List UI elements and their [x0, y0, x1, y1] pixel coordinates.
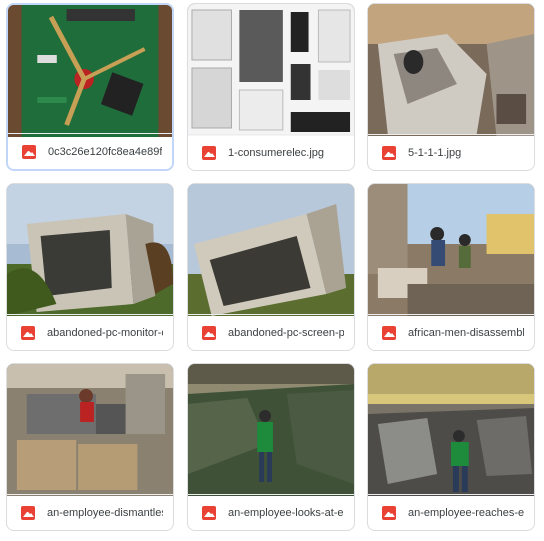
file-name: 0c3c26e120fc8ea4e89f7... [48, 145, 162, 158]
image-file-icon [202, 145, 216, 160]
file-caption: an-employee-reaches-ex... [368, 494, 534, 530]
image-file-icon [202, 325, 216, 340]
file-card[interactable]: an-employee-looks-at-el... [187, 363, 355, 531]
file-caption: african-men-disassembl... [368, 314, 534, 350]
file-thumbnail [188, 4, 354, 136]
file-thumbnail [368, 4, 534, 136]
file-caption: an-employee-looks-at-el... [188, 494, 354, 530]
file-thumbnail [188, 184, 354, 316]
file-name: an-employee-looks-at-el... [228, 506, 344, 519]
file-name: abandoned-pc-monitor-c... [47, 326, 163, 339]
file-thumbnail [368, 184, 534, 316]
file-name: 5-1-1-1.jpg [408, 146, 462, 159]
file-card[interactable]: 5-1-1-1.jpg [367, 3, 535, 171]
file-name: african-men-disassembl... [408, 326, 524, 339]
image-file-icon [382, 325, 396, 340]
file-name: an-employee-dismantles... [47, 506, 163, 519]
file-grid: 0c3c26e120fc8ea4e89f7... 1-consumerelec.… [0, 0, 544, 541]
file-name: 1-consumerelec.jpg [228, 146, 324, 159]
file-card[interactable]: african-men-disassembl... [367, 183, 535, 351]
file-name: abandoned-pc-screen-pi... [228, 326, 344, 339]
image-file-icon [21, 325, 35, 340]
file-card[interactable]: 0c3c26e120fc8ea4e89f7... [6, 3, 174, 171]
image-file-icon [382, 505, 396, 520]
file-card[interactable]: abandoned-pc-screen-pi... [187, 183, 355, 351]
file-thumbnail [7, 184, 173, 316]
file-caption: 0c3c26e120fc8ea4e89f7... [8, 133, 172, 169]
file-card[interactable]: abandoned-pc-monitor-c... [6, 183, 174, 351]
file-name: an-employee-reaches-ex... [408, 506, 524, 519]
file-caption: 5-1-1-1.jpg [368, 134, 534, 170]
file-card[interactable]: an-employee-reaches-ex... [367, 363, 535, 531]
image-file-icon [21, 505, 35, 520]
file-thumbnail [188, 364, 354, 496]
file-card[interactable]: an-employee-dismantles... [6, 363, 174, 531]
file-card[interactable]: 1-consumerelec.jpg [187, 3, 355, 171]
file-caption: abandoned-pc-screen-pi... [188, 314, 354, 350]
file-caption: abandoned-pc-monitor-c... [7, 314, 173, 350]
file-thumbnail [8, 5, 172, 137]
file-caption: an-employee-dismantles... [7, 494, 173, 530]
file-thumbnail [7, 364, 173, 496]
file-caption: 1-consumerelec.jpg [188, 134, 354, 170]
image-file-icon [202, 505, 216, 520]
file-thumbnail [368, 364, 534, 496]
image-file-icon [22, 144, 36, 159]
image-file-icon [382, 145, 396, 160]
